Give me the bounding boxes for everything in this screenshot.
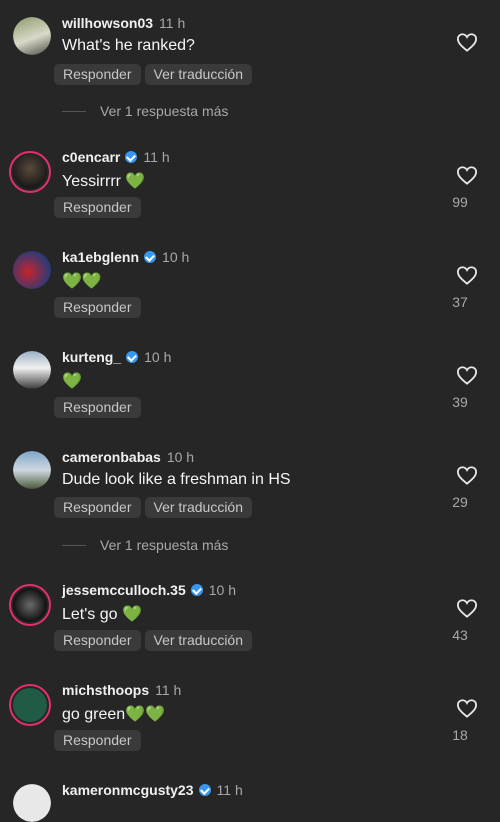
timestamp: 11 h [155,682,182,698]
comment-text: 💚💚 [62,273,102,290]
comment-text: Yessirrrr 💚 [62,173,146,190]
timestamp: 11 h [143,149,170,165]
translate-button[interactable]: Ver traducción [144,64,252,85]
heart-outline-icon[interactable] [456,265,478,285]
avatar[interactable] [13,784,51,822]
heart-outline-icon[interactable] [456,465,478,485]
reply-button[interactable]: Responder [54,197,141,218]
heart-outline-icon[interactable] [456,165,478,185]
reply-button[interactable]: Responder [54,397,141,418]
avatar[interactable] [9,151,51,193]
avatar[interactable] [9,584,51,626]
verified-badge-icon [198,784,211,796]
timestamp: 11 h [216,782,243,798]
like-count: 43 [452,627,468,643]
reply-button[interactable]: Responder [54,297,141,318]
reply-button[interactable]: Responder [54,497,141,518]
translate-button[interactable]: Ver traducción [144,630,252,651]
timestamp: 10 h [166,449,195,465]
like-count: 18 [452,727,468,743]
like-count: 37 [452,294,468,310]
reply-button[interactable]: Responder [54,730,141,751]
verified-badge-icon [126,351,139,363]
username[interactable]: ka1ebglenn [62,249,139,265]
heart-outline-icon[interactable] [456,598,478,618]
comment-text: Dude look like a freshman in HS [62,471,291,488]
username[interactable]: jessemcculloch.35 [62,582,186,598]
avatar[interactable] [13,451,51,489]
verified-badge-icon [190,584,203,596]
heart-outline-icon[interactable] [456,32,478,52]
reply-button[interactable]: Responder [54,630,141,651]
heart-outline-icon[interactable] [456,698,478,718]
timestamp: 10 h [162,249,190,265]
avatar[interactable] [9,684,51,726]
verified-badge-icon [144,251,157,263]
comment-text: 💚 [62,373,82,390]
username[interactable]: kameronmcgusty23 [62,782,194,798]
like-count: 29 [452,494,468,510]
avatar[interactable] [13,351,51,389]
like-count: 39 [452,394,468,410]
reply-button[interactable]: Responder [54,64,141,85]
timestamp: 10 h [144,349,172,365]
view-more-replies[interactable]: Ver 1 respuesta más [62,537,362,553]
comment-text: go green💚💚 [62,706,166,723]
timestamp: 11 h [159,15,186,31]
timestamp: 10 h [208,582,236,598]
translate-button[interactable]: Ver traducción [144,497,252,518]
avatar[interactable] [13,251,51,289]
heart-outline-icon[interactable] [456,365,478,385]
username[interactable]: c0encarr [62,149,120,165]
comment-text: What's he ranked? [62,37,195,54]
view-more-replies[interactable]: Ver 1 respuesta más [62,103,362,119]
username[interactable]: cameronbabas [62,449,161,465]
comment-text: Let's go 💚 [62,606,142,623]
username[interactable]: michsthoops [62,682,149,698]
username[interactable]: kurteng_ [62,349,121,365]
avatar[interactable] [13,17,51,55]
verified-badge-icon [125,151,138,163]
like-count: 99 [452,194,468,210]
username[interactable]: willhowson03 [62,15,153,31]
